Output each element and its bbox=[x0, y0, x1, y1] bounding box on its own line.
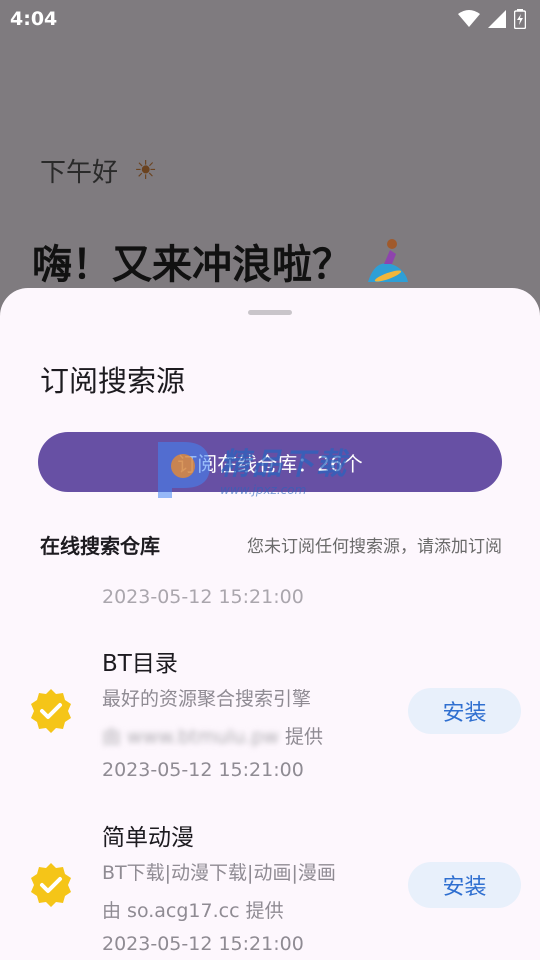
greeting-row: 下午好 ☀ bbox=[40, 152, 157, 189]
status-icons bbox=[458, 9, 526, 29]
signal-icon bbox=[488, 10, 506, 28]
item-provider: 由 so.acg17.cc 提供 bbox=[102, 900, 284, 922]
section-header: 在线搜索仓库 您未订阅任何搜索源，请添加订阅 bbox=[40, 530, 502, 559]
battery-icon bbox=[514, 9, 526, 29]
verified-badge-icon bbox=[31, 689, 71, 733]
subscribe-repo-button[interactable]: 订阅在线仓库：26个 bbox=[38, 432, 502, 492]
section-title: 在线搜索仓库 bbox=[40, 534, 160, 558]
drag-handle[interactable] bbox=[248, 310, 292, 315]
item-name: 简单动漫 bbox=[102, 825, 194, 851]
sun-icon: ☀ bbox=[134, 155, 158, 186]
sheet-title: 订阅搜索源 bbox=[40, 364, 186, 398]
item-date: 2023-05-12 15:21:00 bbox=[102, 933, 304, 955]
headline-text: 嗨！又来冲浪啦？ bbox=[32, 242, 352, 288]
item-name: BT目录 bbox=[102, 651, 178, 677]
item-provider-blurred: 由 www.btmulu.pw bbox=[102, 726, 279, 748]
status-bar: 4:04 bbox=[0, 0, 540, 38]
greeting-text: 下午好 bbox=[40, 158, 119, 188]
list-item[interactable]: BT目录 最好的资源聚合搜索引擎 由 www.btmulu.pw 提供 2023… bbox=[0, 638, 540, 788]
item-provider: 由 www.btmulu.pw 提供 bbox=[102, 722, 323, 749]
partial-item-date: 2023-05-12 15:21:00 bbox=[102, 586, 304, 608]
item-provider-suffix: 提供 bbox=[285, 726, 324, 748]
verified-badge-icon bbox=[31, 863, 71, 907]
status-time: 4:04 bbox=[10, 8, 58, 30]
section-hint: 您未订阅任何搜索源，请添加订阅 bbox=[247, 537, 502, 557]
item-description: BT下载|动漫下载|动画|漫画 bbox=[102, 862, 336, 884]
item-date: 2023-05-12 15:21:00 bbox=[102, 759, 304, 781]
wifi-icon bbox=[458, 10, 480, 27]
install-button[interactable]: 安装 bbox=[408, 688, 521, 734]
surfer-icon bbox=[368, 239, 408, 282]
headline-row: 嗨！又来冲浪啦？ bbox=[32, 232, 410, 290]
list-item[interactable]: 简单动漫 BT下载|动漫下载|动画|漫画 由 so.acg17.cc 提供 20… bbox=[0, 812, 540, 960]
subscribe-sheet: 订阅搜索源 订阅在线仓库：26个 在线搜索仓库 您未订阅任何搜索源，请添加订阅 … bbox=[0, 288, 540, 960]
install-button[interactable]: 安装 bbox=[408, 862, 521, 908]
item-description: 最好的资源聚合搜索引擎 bbox=[102, 688, 312, 710]
